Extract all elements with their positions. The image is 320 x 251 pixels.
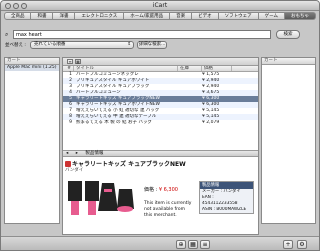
row-price: ¥ 2,079 xyxy=(202,120,220,125)
bottom-bar: ⊕ ▦ ≡ + ⚙ xyxy=(1,236,319,250)
column-price[interactable]: 価格 xyxy=(202,66,232,71)
table-body: 1 ハートフルコミューンネックレ ¥ 1,575 2 プリキュアスタイル キュアホワイト… xyxy=(63,72,258,126)
table-row[interactable]: 9 熊まるてえる 木 製 の 結 お子 バッグ ¥ 2,079 xyxy=(63,120,258,126)
row-number: 9 xyxy=(69,120,72,125)
column-number[interactable]: # xyxy=(63,66,74,71)
forward-icon[interactable]: ▸ xyxy=(73,151,81,156)
search-icon: ⌕ xyxy=(5,31,9,38)
product-info-row: ASIN : B000MAWZLE xyxy=(202,207,247,212)
column-title[interactable]: タイトル xyxy=(74,66,178,71)
advanced-search-button[interactable]: 詳細な検索... xyxy=(137,41,167,49)
column-stock[interactable]: 在庫 xyxy=(178,66,202,71)
cart-list-item[interactable]: Apple Mac mini (1.25) xyxy=(5,65,59,71)
tab-video[interactable]: ビデオ xyxy=(192,12,219,20)
cart-list-pane: カート Apple Mac mini (1.25) xyxy=(4,57,60,224)
availability-message: This item is currently not available fro… xyxy=(144,201,192,218)
tab-foreign-books[interactable]: 洋書 xyxy=(53,12,76,20)
cart-pane: カート xyxy=(261,57,316,224)
tab-electronics[interactable]: エレクトロニクス xyxy=(75,12,125,20)
sort-select-value: 売れている順番 xyxy=(34,42,66,47)
category-tabs: 全商品 和書 洋書 エレクトロニクス ホーム/家庭用品 音楽 ビデオ ソフトウェ… xyxy=(4,12,316,20)
product-price-label: 価格 : xyxy=(144,187,158,193)
list-view-icon[interactable]: ≡ xyxy=(67,59,73,64)
tab-games[interactable]: ゲーム xyxy=(258,12,285,20)
tab-toys[interactable]: おもちゃ xyxy=(285,12,316,20)
tab-home[interactable]: ホーム/家庭用品 xyxy=(124,12,171,20)
product-detail: キャラリートキッズ キュアブラックNEW バンダイ 価格 : ¥ 6,300 T… xyxy=(63,157,258,234)
gear-icon[interactable]: ⚙ xyxy=(297,240,307,249)
row-stock xyxy=(178,120,202,126)
grid-view-icon[interactable]: ▦ xyxy=(75,59,81,64)
window-title: iCart xyxy=(152,2,168,9)
product-info-tab[interactable]: 製品情報 xyxy=(82,151,106,156)
product-brand: バンダイ xyxy=(65,168,84,173)
title-bar: iCart xyxy=(1,1,319,11)
results-toolbar: ≡ ▦ xyxy=(63,58,258,66)
search-button[interactable]: 検索 xyxy=(276,30,300,39)
tab-software[interactable]: ソフトウェア xyxy=(218,12,259,20)
search-input[interactable] xyxy=(13,30,271,39)
sort-select[interactable]: 売れている順番 ⇕ xyxy=(30,41,134,49)
search-row: ⌕ 検索 xyxy=(4,30,316,39)
row-title: 熊まるてえる 木 製 の 結 お子 バッグ xyxy=(76,120,152,125)
tab-japanese-books[interactable]: 和書 xyxy=(31,12,54,20)
sort-row: 並べ替え : 売れている順番 ⇕ 詳細な検索... xyxy=(4,41,316,50)
cart-list-header: カート xyxy=(5,58,59,65)
grid-icon[interactable]: ▦ xyxy=(188,240,198,249)
product-info-header: 製品情報 xyxy=(200,182,253,189)
zoom-icon[interactable]: ⊕ xyxy=(176,240,186,249)
chevron-down-icon: ⇕ xyxy=(127,42,131,47)
app-window: iCart 全商品 和書 洋書 エレクトロニクス ホーム/家庭用品 音楽 ビデオ… xyxy=(0,0,320,251)
tab-music[interactable]: 音楽 xyxy=(170,12,193,20)
product-image xyxy=(66,175,136,221)
product-title-text: キャラリートキッズ キュアブラックNEW xyxy=(72,161,186,168)
product-info-box: 製品情報 メーカー : バンダイ EAN : 4543112233558 ASI… xyxy=(199,181,254,214)
sort-label: 並べ替え : xyxy=(5,43,26,48)
cart-header: カート xyxy=(262,58,315,65)
list-icon[interactable]: ≡ xyxy=(200,240,210,249)
detail-nav: ◂ ▸ 製品情報 xyxy=(63,150,258,157)
results-table: # タイトル 在庫 価格 1 ハートフルコミューンネックレ ¥ 1,575 2 プリキュ… xyxy=(63,66,258,150)
product-price: 価格 : ¥ 6,300 xyxy=(144,186,178,193)
back-icon[interactable]: ◂ xyxy=(63,151,71,156)
product-price-value: ¥ 6,300 xyxy=(158,187,178,193)
add-button[interactable]: + xyxy=(283,240,293,249)
tab-all[interactable]: 全商品 xyxy=(4,12,32,20)
results-panel: ≡ ▦ # タイトル 在庫 価格 1 ハートフルコミューンネックレ ¥ 1,575 2… xyxy=(62,57,259,235)
